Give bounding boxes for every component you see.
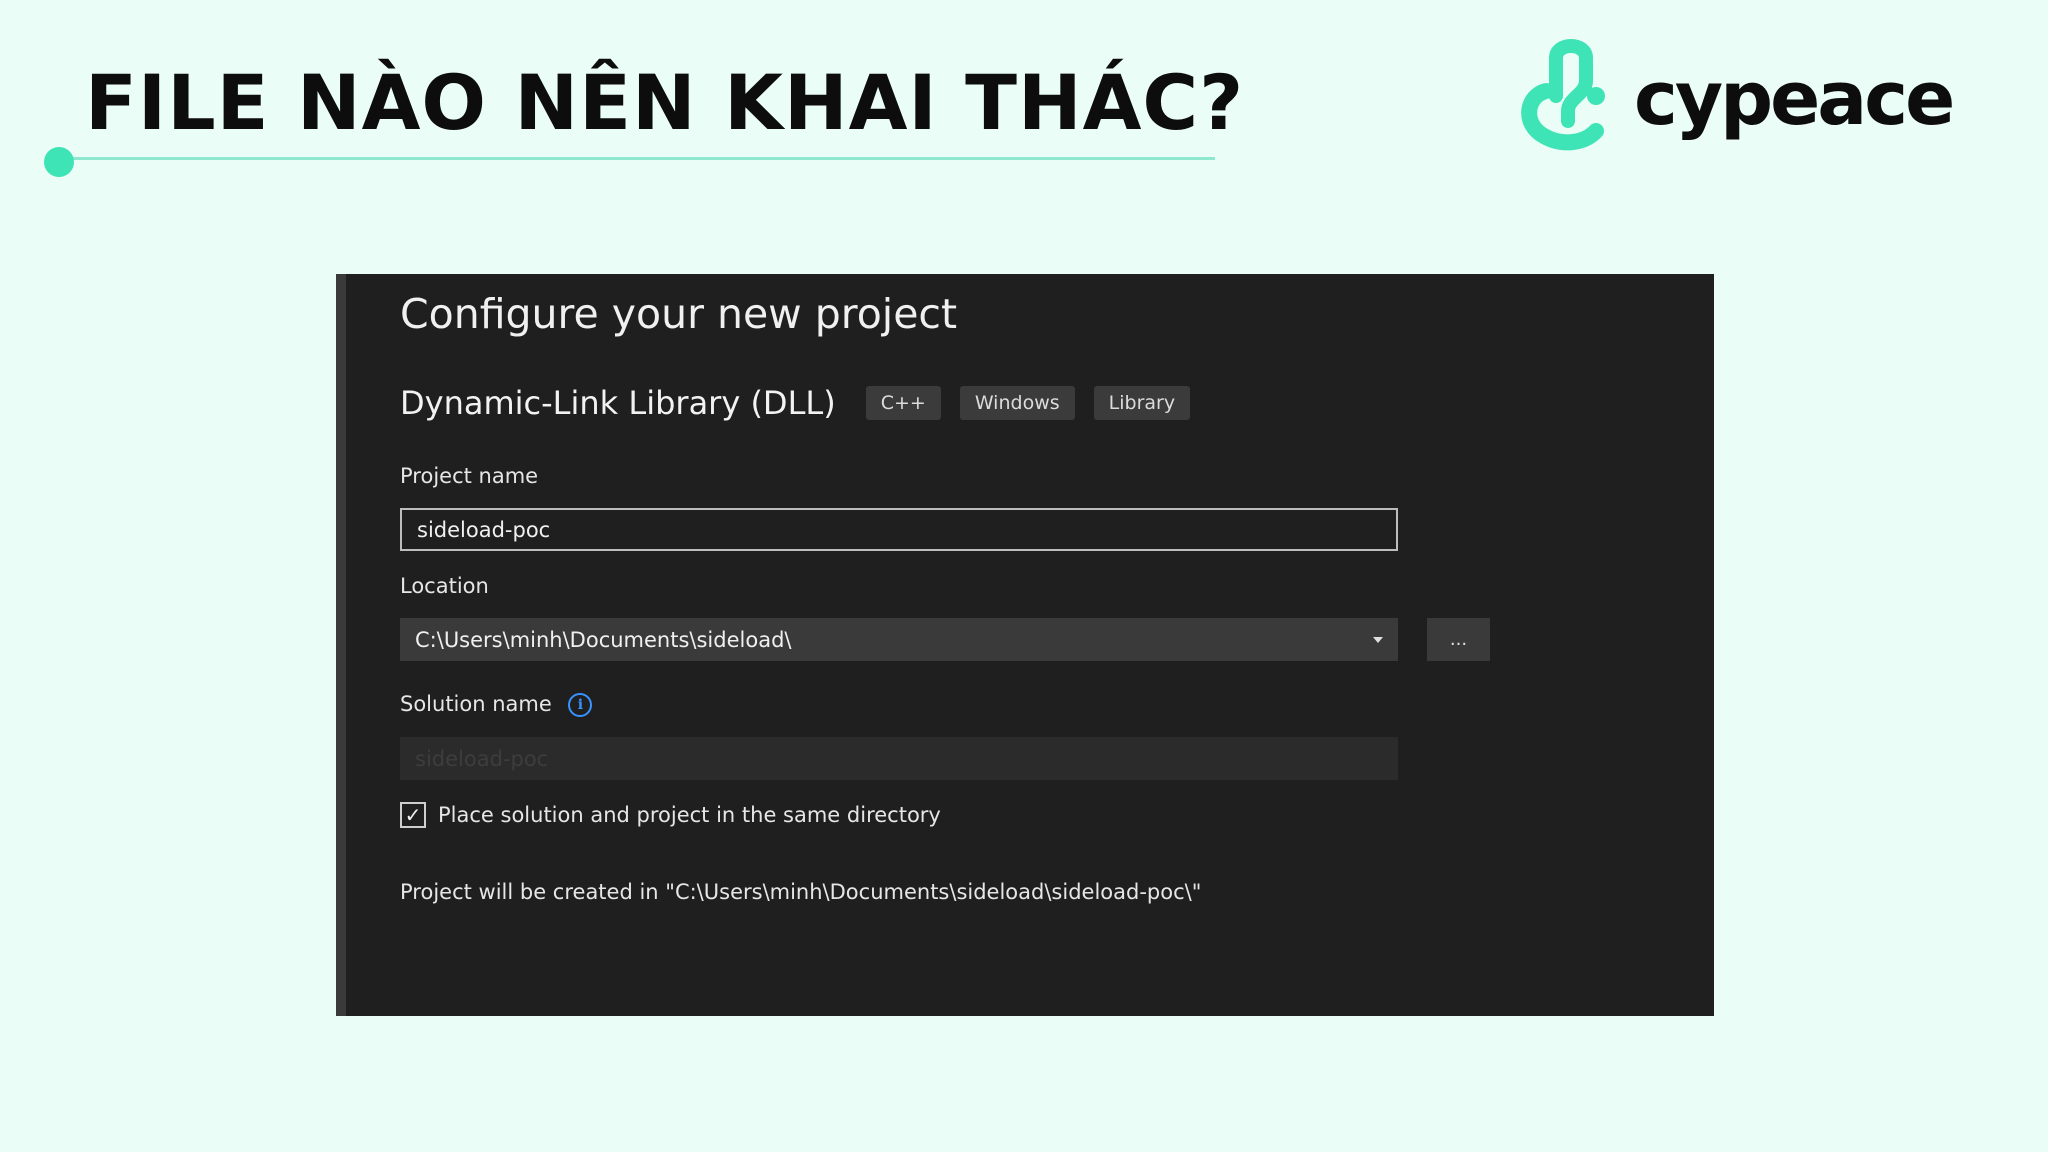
- dialog-heading: Configure your new project: [400, 290, 958, 338]
- tag-windows: Windows: [959, 386, 1075, 420]
- tag-library: Library: [1093, 386, 1191, 420]
- project-name-input[interactable]: [400, 508, 1398, 551]
- slide-title: FILE NÀO NÊN KHAI THÁC?: [85, 58, 1245, 147]
- solution-name-value: sideload-poc: [415, 746, 549, 771]
- cypeace-logo-icon: cypeace: [1521, 39, 1955, 151]
- browse-button[interactable]: ...: [1427, 618, 1490, 661]
- template-row: Dynamic-Link Library (DLL) C++ Windows L…: [400, 384, 1209, 422]
- chevron-down-icon[interactable]: [1373, 636, 1383, 643]
- solution-name-label-text: Solution name: [400, 692, 552, 716]
- tag-cpp: C++: [865, 386, 941, 420]
- location-dropdown[interactable]: C:\Users\minh\Documents\sideload\: [400, 618, 1398, 661]
- same-directory-row[interactable]: ✓ Place solution and project in the same…: [400, 802, 941, 828]
- title-underline-dot: [44, 147, 74, 177]
- configure-project-dialog: Configure your new project Dynamic-Link …: [336, 274, 1714, 1016]
- solution-name-input[interactable]: sideload-poc: [400, 737, 1398, 780]
- check-icon: ✓: [404, 803, 422, 827]
- project-path-info: Project will be created in "C:\Users\min…: [400, 880, 1202, 904]
- solution-name-label: Solution name i: [400, 692, 593, 717]
- same-directory-label: Place solution and project in the same d…: [438, 803, 941, 827]
- title-underline: [60, 157, 1215, 160]
- location-value: C:\Users\minh\Documents\sideload\: [415, 627, 792, 652]
- location-label: Location: [400, 574, 489, 598]
- info-icon[interactable]: i: [568, 693, 593, 717]
- same-directory-checkbox[interactable]: ✓: [400, 802, 426, 828]
- template-name: Dynamic-Link Library (DLL): [400, 384, 836, 422]
- logo-wordmark: cypeace: [1634, 56, 1952, 142]
- brand-logo: cypeace: [1516, 36, 1956, 156]
- project-name-label: Project name: [400, 464, 539, 488]
